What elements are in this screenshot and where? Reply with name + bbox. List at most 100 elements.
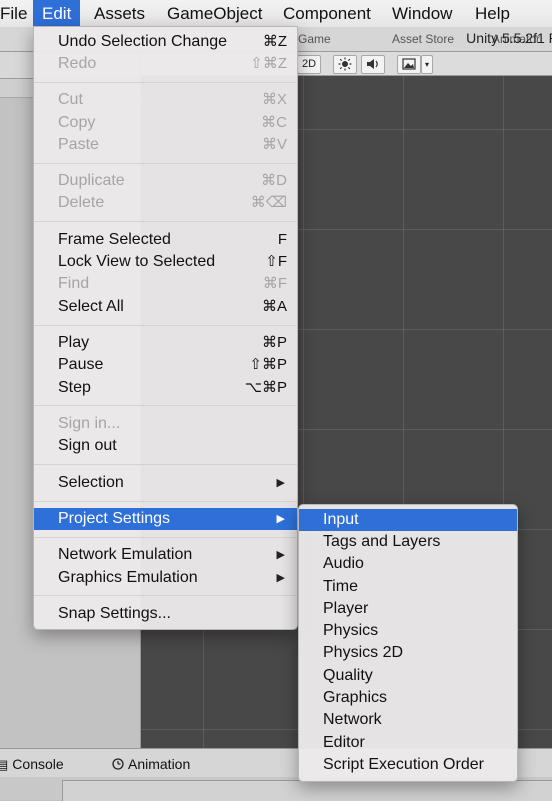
menu-item-cut: Cut ⌘X (34, 89, 297, 111)
submenu-item-label: Input (323, 511, 359, 528)
submenu-item-label: Physics (323, 622, 379, 639)
menu-gameobject[interactable]: GameObject (158, 0, 271, 27)
menu-item-label: Cut (58, 91, 83, 108)
submenu-item-quality[interactable]: Quality (299, 665, 517, 687)
submenu-item-label: Time (323, 578, 358, 595)
submenu-item-tags-and-layers[interactable]: Tags and Layers (299, 531, 517, 553)
menu-separator (34, 537, 297, 538)
tab-console-label: Console (12, 756, 64, 772)
menu-item-sign-out[interactable]: Sign out (34, 435, 297, 457)
chevron-down-icon[interactable]: ▾ (421, 55, 433, 74)
bottom-panel-content (62, 780, 552, 801)
submenu-item-label: Tags and Layers (323, 533, 441, 550)
submenu-item-time[interactable]: Time (299, 576, 517, 598)
menu-item-network-emulation[interactable]: Network Emulation ▶ (34, 544, 297, 566)
menu-item-label: Delete (58, 194, 105, 211)
sun-icon[interactable] (333, 55, 357, 74)
speaker-icon[interactable] (361, 55, 385, 74)
console-icon: ▤ (0, 757, 9, 772)
submenu-arrow-icon: ▶ (276, 572, 285, 584)
menu-item-label: Sign out (58, 437, 117, 454)
edit-menu: Undo Selection Change ⌘Z Redo ⇧⌘Z Cut ⌘X… (33, 26, 298, 630)
tab-console[interactable]: ▤ Console (0, 749, 64, 777)
menu-help[interactable]: Help (466, 0, 519, 27)
menu-item-label: Paste (58, 136, 99, 153)
submenu-item-graphics[interactable]: Graphics (299, 687, 517, 709)
menu-separator (34, 82, 297, 83)
menu-item-label: Frame Selected (58, 231, 171, 248)
menu-item-copy: Copy ⌘C (34, 112, 297, 134)
menu-item-snap-settings[interactable]: Snap Settings... (34, 603, 297, 625)
toggle-2d-button[interactable]: 2D (297, 55, 321, 74)
menu-item-label: Lock View to Selected (58, 253, 216, 270)
submenu-item-label: Physics 2D (323, 644, 404, 661)
menu-item-shortcut: ⌘⌫ (250, 194, 287, 211)
menu-item-label: Duplicate (58, 172, 125, 189)
menu-bar: File Edit Assets GameObject Component Wi… (0, 0, 552, 28)
menu-item-select-all[interactable]: Select All ⌘A (34, 296, 297, 318)
menu-item-label: Copy (58, 114, 96, 131)
menu-separator (34, 464, 297, 465)
tab-game[interactable]: Game (298, 27, 331, 51)
menu-item-pause[interactable]: Pause ⇧⌘P (34, 354, 297, 376)
menu-item-selection[interactable]: Selection ▶ (34, 472, 297, 494)
menu-window[interactable]: Window (383, 0, 461, 27)
menu-item-shortcut: ⌘D (261, 172, 287, 189)
menu-item-redo: Redo ⇧⌘Z (34, 53, 297, 75)
submenu-item-label: Graphics (323, 689, 388, 706)
image-icon[interactable] (397, 55, 421, 74)
menu-item-label: Play (58, 334, 90, 351)
menu-item-frame-selected[interactable]: Frame Selected F (34, 229, 297, 251)
menu-item-undo[interactable]: Undo Selection Change ⌘Z (34, 31, 297, 53)
submenu-arrow-icon: ▶ (276, 477, 285, 489)
menu-separator (34, 501, 297, 502)
menu-item-shortcut: ⌥⌘P (244, 379, 287, 396)
project-settings-submenu: Input Tags and Layers Audio Time Player … (298, 504, 518, 782)
menu-separator (34, 325, 297, 326)
submenu-item-physics[interactable]: Physics (299, 620, 517, 642)
menu-component[interactable]: Component (274, 0, 380, 27)
submenu-item-audio[interactable]: Audio (299, 553, 517, 575)
menu-item-shortcut: F (277, 231, 287, 248)
menu-item-label: Selection (58, 474, 124, 491)
menu-item-label: Pause (58, 356, 104, 373)
menu-item-play[interactable]: Play ⌘P (34, 332, 297, 354)
menu-item-label: Project Settings (58, 510, 171, 527)
submenu-item-label: Quality (323, 667, 373, 684)
menu-separator (34, 405, 297, 406)
menu-item-graphics-emulation[interactable]: Graphics Emulation ▶ (34, 567, 297, 589)
menu-item-delete: Delete ⌘⌫ (34, 192, 297, 214)
submenu-item-label: Audio (323, 555, 364, 572)
submenu-item-physics-2d[interactable]: Physics 2D (299, 642, 517, 664)
menu-item-shortcut: ⌘A (261, 298, 287, 315)
menu-edit[interactable]: Edit (33, 0, 81, 27)
menu-item-shortcut: ⇧F (265, 253, 287, 270)
submenu-item-label: Script Execution Order (323, 756, 484, 773)
menu-item-label: Graphics Emulation (58, 569, 198, 586)
menu-file[interactable]: File (0, 0, 36, 27)
submenu-arrow-icon: ▶ (276, 513, 285, 525)
menu-item-shortcut: ⌘C (261, 114, 287, 131)
tab-asset-store[interactable]: Asset Store (392, 27, 454, 51)
menu-item-project-settings[interactable]: Project Settings ▶ (34, 508, 297, 530)
clock-icon (112, 750, 124, 780)
submenu-item-script-execution-order[interactable]: Script Execution Order (299, 754, 517, 776)
submenu-item-label: Player (323, 600, 369, 617)
tab-animation-label: Animation (128, 756, 191, 772)
tab-animation[interactable]: Animation (112, 749, 190, 777)
menu-item-lock-view[interactable]: Lock View to Selected ⇧F (34, 251, 297, 273)
menu-item-label: Find (58, 275, 90, 292)
menu-item-shortcut: ⌘P (261, 334, 287, 351)
submenu-item-editor[interactable]: Editor (299, 732, 517, 754)
submenu-item-player[interactable]: Player (299, 598, 517, 620)
menu-item-duplicate: Duplicate ⌘D (34, 170, 297, 192)
menu-item-step[interactable]: Step ⌥⌘P (34, 377, 297, 399)
menu-separator (34, 163, 297, 164)
menu-item-paste: Paste ⌘V (34, 134, 297, 156)
menu-item-label: Network Emulation (58, 546, 193, 563)
menu-item-label: Sign in... (58, 415, 121, 432)
submenu-item-label: Editor (323, 734, 365, 751)
menu-assets[interactable]: Assets (85, 0, 154, 27)
submenu-item-input[interactable]: Input (299, 509, 517, 531)
submenu-item-network[interactable]: Network (299, 709, 517, 731)
